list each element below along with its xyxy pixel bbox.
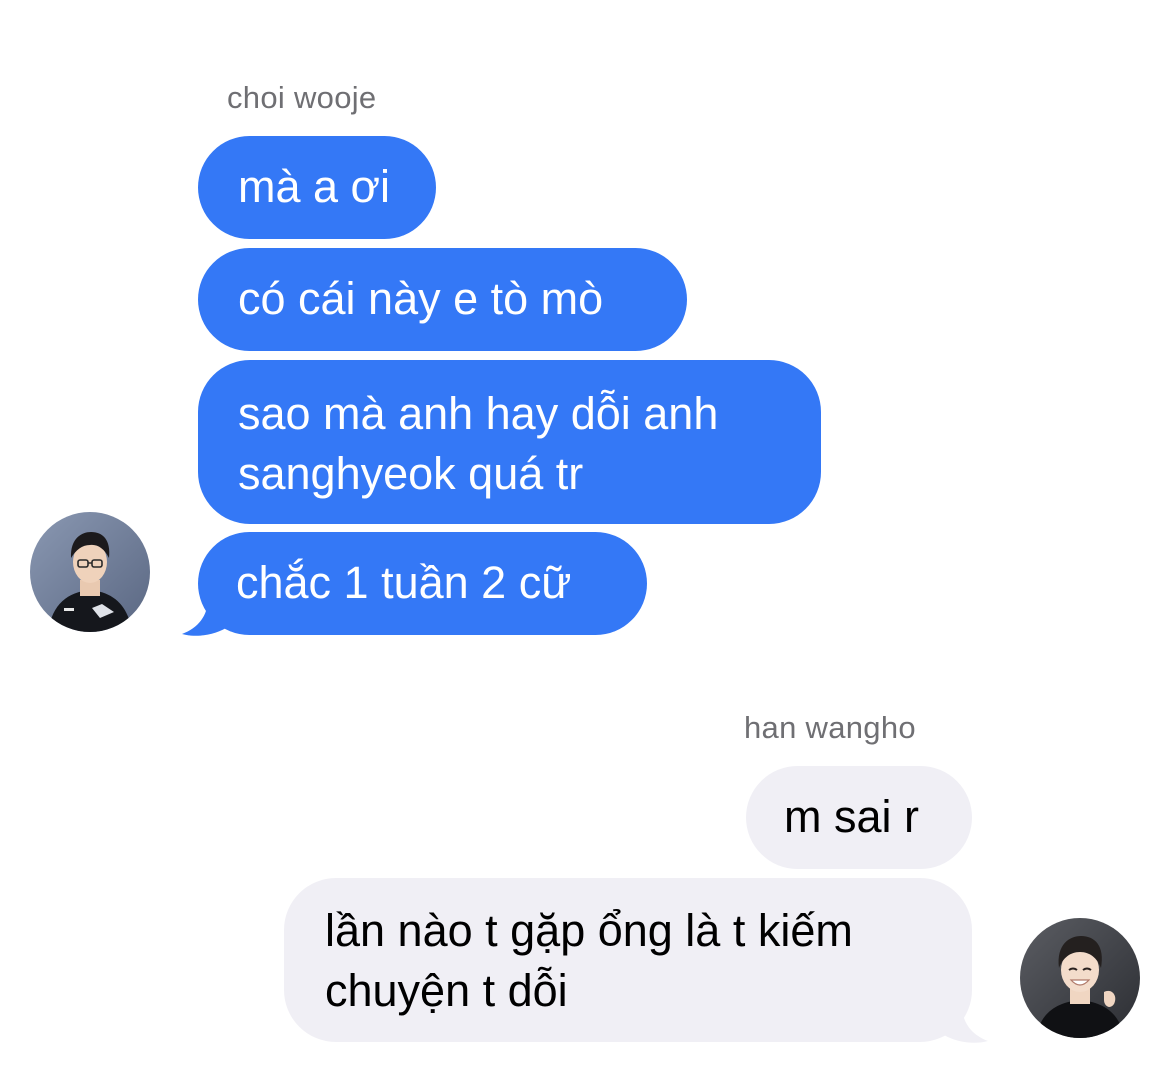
sender-name-choi-wooje: choi wooje <box>227 80 377 115</box>
bubble-tail-icon <box>944 1005 988 1043</box>
message-bubble[interactable]: sao mà anh hay dỗi anh sanghyeok quá tr <box>198 360 821 524</box>
person-photo-avatar-icon <box>1020 918 1140 1038</box>
sender-name-han-wangho: han wangho <box>744 710 916 745</box>
bubble-tail-icon <box>182 598 226 636</box>
message-bubble[interactable]: lần nào t gặp ổng là t kiếm chuyện t dỗi <box>284 878 972 1042</box>
message-text: m sai r <box>784 791 919 842</box>
message-text-line: sanghyeok quá tr <box>238 448 584 499</box>
avatar-han-wangho[interactable] <box>1020 918 1140 1038</box>
person-photo-avatar-icon <box>30 512 150 632</box>
message-text-line: chuyện t dỗi <box>325 965 568 1016</box>
message-text: chắc 1 tuần 2 cữ <box>236 557 572 608</box>
message-text: mà a ơi <box>238 161 391 212</box>
message-text-line: lần nào t gặp ổng là t kiếm <box>325 905 853 956</box>
message-text-line: sao mà anh hay dỗi anh <box>238 388 719 439</box>
message-bubble[interactable]: m sai r <box>746 766 972 869</box>
message-bubble[interactable]: chắc 1 tuần 2 cữ <box>198 532 647 635</box>
message-bubble[interactable]: mà a ơi <box>198 136 436 239</box>
avatar-choi-wooje[interactable] <box>30 512 150 632</box>
message-bubble[interactable]: có cái này e tò mò <box>198 248 687 351</box>
message-text: có cái này e tò mò <box>238 273 604 324</box>
